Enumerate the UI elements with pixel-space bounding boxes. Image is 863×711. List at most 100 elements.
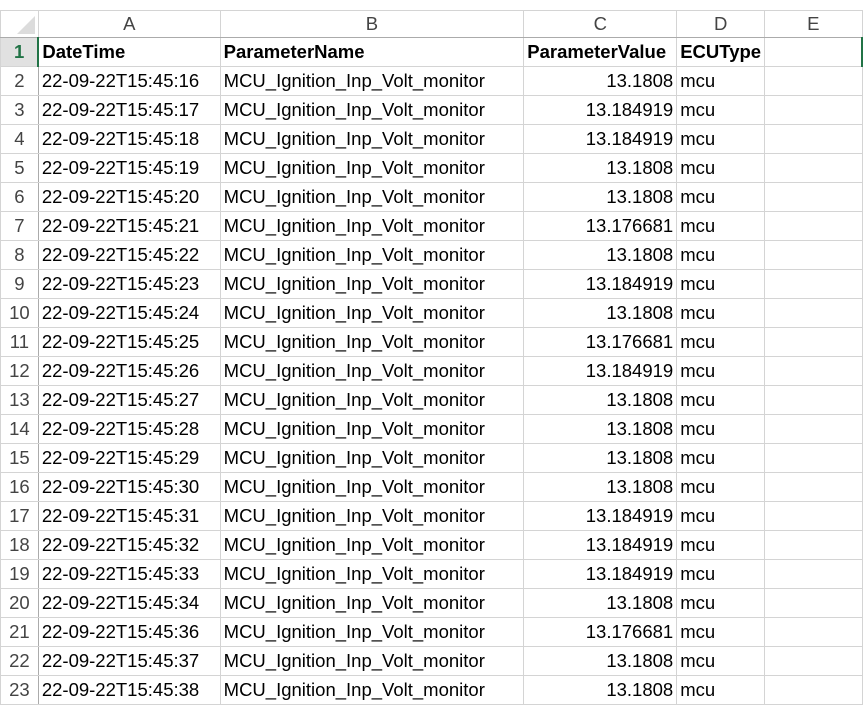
cell-parametervalue[interactable]: 13.1808 xyxy=(523,182,678,212)
cell-parametervalue[interactable]: 13.184919 xyxy=(523,95,678,125)
cell-parametervalue[interactable]: 13.184919 xyxy=(523,559,678,589)
cell-ecutype[interactable]: mcu xyxy=(676,646,766,676)
cell-parametervalue[interactable]: 13.176681 xyxy=(523,211,678,241)
cell-parametername[interactable]: MCU_Ignition_Inp_Volt_monitor xyxy=(219,443,525,473)
row-header[interactable]: 10 xyxy=(0,298,39,328)
row-header[interactable]: 3 xyxy=(0,95,39,125)
cell-parametervalue[interactable]: 13.1808 xyxy=(523,646,678,676)
cell-ecutype[interactable]: mcu xyxy=(676,66,766,96)
select-all-button[interactable] xyxy=(0,10,39,38)
cell-e[interactable] xyxy=(764,327,863,357)
cell-parametername[interactable]: MCU_Ignition_Inp_Volt_monitor xyxy=(219,588,525,618)
cell-ecutype[interactable]: mcu xyxy=(676,385,766,415)
cell-e[interactable] xyxy=(764,385,863,415)
row-header[interactable]: 17 xyxy=(0,501,39,531)
cell-datetime[interactable]: 22-09-22T15:45:38 xyxy=(37,675,221,705)
cell-e[interactable] xyxy=(764,646,863,676)
cell-datetime[interactable]: 22-09-22T15:45:24 xyxy=(37,298,221,328)
cell-datetime[interactable]: 22-09-22T15:45:34 xyxy=(37,588,221,618)
cell-parametervalue[interactable]: 13.184919 xyxy=(523,356,678,386)
cell-ecutype[interactable]: mcu xyxy=(676,472,766,502)
row-header[interactable]: 13 xyxy=(0,385,39,415)
cell-ecutype[interactable]: mcu xyxy=(676,617,766,647)
cell-e[interactable] xyxy=(764,617,863,647)
cell-e[interactable] xyxy=(764,443,863,473)
row-header[interactable]: 11 xyxy=(0,327,39,357)
row-header[interactable]: 21 xyxy=(0,617,39,647)
row-header[interactable]: 7 xyxy=(0,211,39,241)
cell-datetime[interactable]: 22-09-22T15:45:27 xyxy=(37,385,221,415)
cell-parametervalue[interactable]: 13.176681 xyxy=(523,617,678,647)
column-header-e[interactable]: E xyxy=(764,10,863,38)
cell-e[interactable] xyxy=(764,95,863,125)
cell-parametername[interactable]: MCU_Ignition_Inp_Volt_monitor xyxy=(219,646,525,676)
cell-datetime[interactable]: 22-09-22T15:45:16 xyxy=(37,66,221,96)
row-header[interactable]: 9 xyxy=(0,269,39,299)
cell-header-parametervalue[interactable]: ParameterValue xyxy=(523,37,678,67)
cell-ecutype[interactable]: mcu xyxy=(676,588,766,618)
cell-parametername[interactable]: MCU_Ignition_Inp_Volt_monitor xyxy=(219,124,525,154)
cell-parametervalue[interactable]: 13.1808 xyxy=(523,240,678,270)
cell-ecutype[interactable]: mcu xyxy=(676,124,766,154)
column-header-b[interactable]: B xyxy=(219,10,525,38)
cell-datetime[interactable]: 22-09-22T15:45:20 xyxy=(37,182,221,212)
cell-e[interactable] xyxy=(764,675,863,705)
cell-datetime[interactable]: 22-09-22T15:45:23 xyxy=(37,269,221,299)
cell-datetime[interactable]: 22-09-22T15:45:33 xyxy=(37,559,221,589)
cell-ecutype[interactable]: mcu xyxy=(676,240,766,270)
cell-parametername[interactable]: MCU_Ignition_Inp_Volt_monitor xyxy=(219,414,525,444)
row-header[interactable]: 20 xyxy=(0,588,39,618)
cell-e[interactable] xyxy=(764,211,863,241)
cell-parametername[interactable]: MCU_Ignition_Inp_Volt_monitor xyxy=(219,617,525,647)
cell-datetime[interactable]: 22-09-22T15:45:21 xyxy=(37,211,221,241)
cell-parametername[interactable]: MCU_Ignition_Inp_Volt_monitor xyxy=(219,211,525,241)
cell-parametervalue[interactable]: 13.1808 xyxy=(523,443,678,473)
cell-header-e[interactable] xyxy=(764,37,863,67)
cell-header-parametername[interactable]: ParameterName xyxy=(219,37,525,67)
cell-ecutype[interactable]: mcu xyxy=(676,414,766,444)
cell-parametervalue[interactable]: 13.1808 xyxy=(523,385,678,415)
cell-datetime[interactable]: 22-09-22T15:45:17 xyxy=(37,95,221,125)
cell-e[interactable] xyxy=(764,501,863,531)
cell-parametervalue[interactable]: 13.184919 xyxy=(523,269,678,299)
cell-parametername[interactable]: MCU_Ignition_Inp_Volt_monitor xyxy=(219,472,525,502)
cell-parametername[interactable]: MCU_Ignition_Inp_Volt_monitor xyxy=(219,240,525,270)
row-header[interactable]: 23 xyxy=(0,675,39,705)
cell-e[interactable] xyxy=(764,182,863,212)
cell-ecutype[interactable]: mcu xyxy=(676,182,766,212)
cell-datetime[interactable]: 22-09-22T15:45:18 xyxy=(37,124,221,154)
cell-datetime[interactable]: 22-09-22T15:45:36 xyxy=(37,617,221,647)
cell-header-datetime[interactable]: DateTime xyxy=(37,37,221,67)
cell-parametername[interactable]: MCU_Ignition_Inp_Volt_monitor xyxy=(219,530,525,560)
cell-parametervalue[interactable]: 13.1808 xyxy=(523,414,678,444)
cell-datetime[interactable]: 22-09-22T15:45:19 xyxy=(37,153,221,183)
row-header[interactable]: 8 xyxy=(0,240,39,270)
cell-e[interactable] xyxy=(764,559,863,589)
column-header-a[interactable]: A xyxy=(37,10,221,38)
cell-parametername[interactable]: MCU_Ignition_Inp_Volt_monitor xyxy=(219,298,525,328)
cell-datetime[interactable]: 22-09-22T15:45:30 xyxy=(37,472,221,502)
cell-parametername[interactable]: MCU_Ignition_Inp_Volt_monitor xyxy=(219,66,525,96)
cell-e[interactable] xyxy=(764,530,863,560)
cell-parametername[interactable]: MCU_Ignition_Inp_Volt_monitor xyxy=(219,269,525,299)
cell-e[interactable] xyxy=(764,356,863,386)
cell-parametervalue[interactable]: 13.1808 xyxy=(523,588,678,618)
cell-parametervalue[interactable]: 13.1808 xyxy=(523,153,678,183)
column-header-d[interactable]: D xyxy=(676,10,766,38)
row-header[interactable]: 22 xyxy=(0,646,39,676)
cell-parametervalue[interactable]: 13.1808 xyxy=(523,298,678,328)
cell-parametervalue[interactable]: 13.184919 xyxy=(523,501,678,531)
cell-datetime[interactable]: 22-09-22T15:45:25 xyxy=(37,327,221,357)
cell-datetime[interactable]: 22-09-22T15:45:29 xyxy=(37,443,221,473)
cell-datetime[interactable]: 22-09-22T15:45:28 xyxy=(37,414,221,444)
cell-parametername[interactable]: MCU_Ignition_Inp_Volt_monitor xyxy=(219,153,525,183)
cell-e[interactable] xyxy=(764,66,863,96)
cell-parametervalue[interactable]: 13.1808 xyxy=(523,472,678,502)
cell-datetime[interactable]: 22-09-22T15:45:22 xyxy=(37,240,221,270)
cell-ecutype[interactable]: mcu xyxy=(676,269,766,299)
cell-ecutype[interactable]: mcu xyxy=(676,211,766,241)
cell-ecutype[interactable]: mcu xyxy=(676,95,766,125)
cell-e[interactable] xyxy=(764,240,863,270)
row-header[interactable]: 18 xyxy=(0,530,39,560)
cell-datetime[interactable]: 22-09-22T15:45:31 xyxy=(37,501,221,531)
